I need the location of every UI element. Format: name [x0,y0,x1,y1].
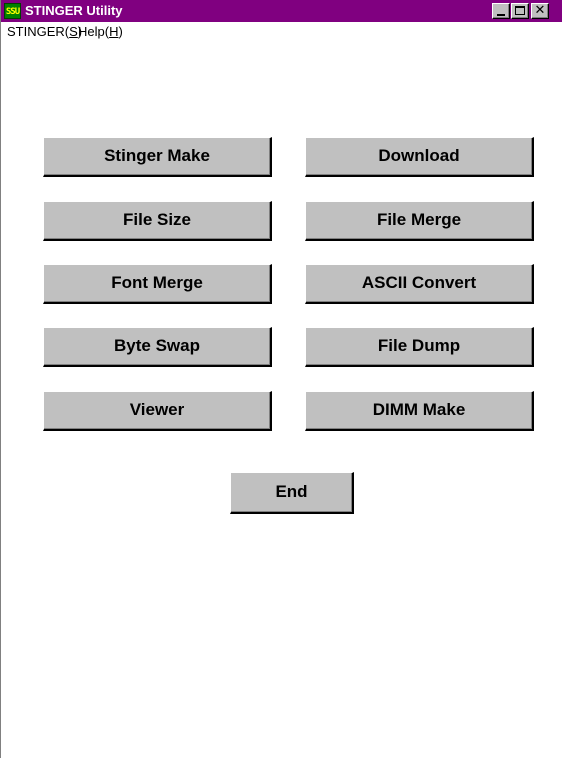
minimize-icon [497,14,505,16]
file-dump-button[interactable]: File Dump [305,327,534,367]
close-icon: ✕ [534,3,546,18]
byte-swap-button[interactable]: Byte Swap [43,327,272,367]
dimm-make-button[interactable]: DIMM Make [305,391,534,431]
menu-stinger[interactable]: STINGER(S) [7,24,82,40]
menu-help-label: Help( [78,24,110,39]
menu-help-label-end: ) [118,24,123,39]
download-button[interactable]: Download [305,137,534,177]
stinger-make-button[interactable]: Stinger Make [43,137,272,177]
ascii-convert-button[interactable]: ASCII Convert [305,264,534,304]
menu-stinger-accelerator: S [69,24,78,39]
menu-bar: STINGER(S) Help(H) [1,22,562,42]
title-bar[interactable]: SSU STINGER Utility ✕ [1,0,562,22]
app-window: SSU STINGER Utility ✕ STINGER(S) Help(H)… [0,0,562,758]
viewer-button[interactable]: Viewer [43,391,272,431]
end-button[interactable]: End [230,472,354,514]
menu-stinger-label: STINGER( [7,24,70,39]
file-size-button[interactable]: File Size [43,201,272,241]
maximize-button[interactable] [511,3,529,19]
window-title: STINGER Utility [25,3,123,18]
app-icon[interactable]: SSU [4,3,21,19]
minimize-button[interactable] [492,3,510,19]
font-merge-button[interactable]: Font Merge [43,264,272,304]
file-merge-button[interactable]: File Merge [305,201,534,241]
close-button[interactable]: ✕ [531,3,549,19]
menu-help[interactable]: Help(H) [78,24,123,40]
maximize-icon [515,6,525,15]
